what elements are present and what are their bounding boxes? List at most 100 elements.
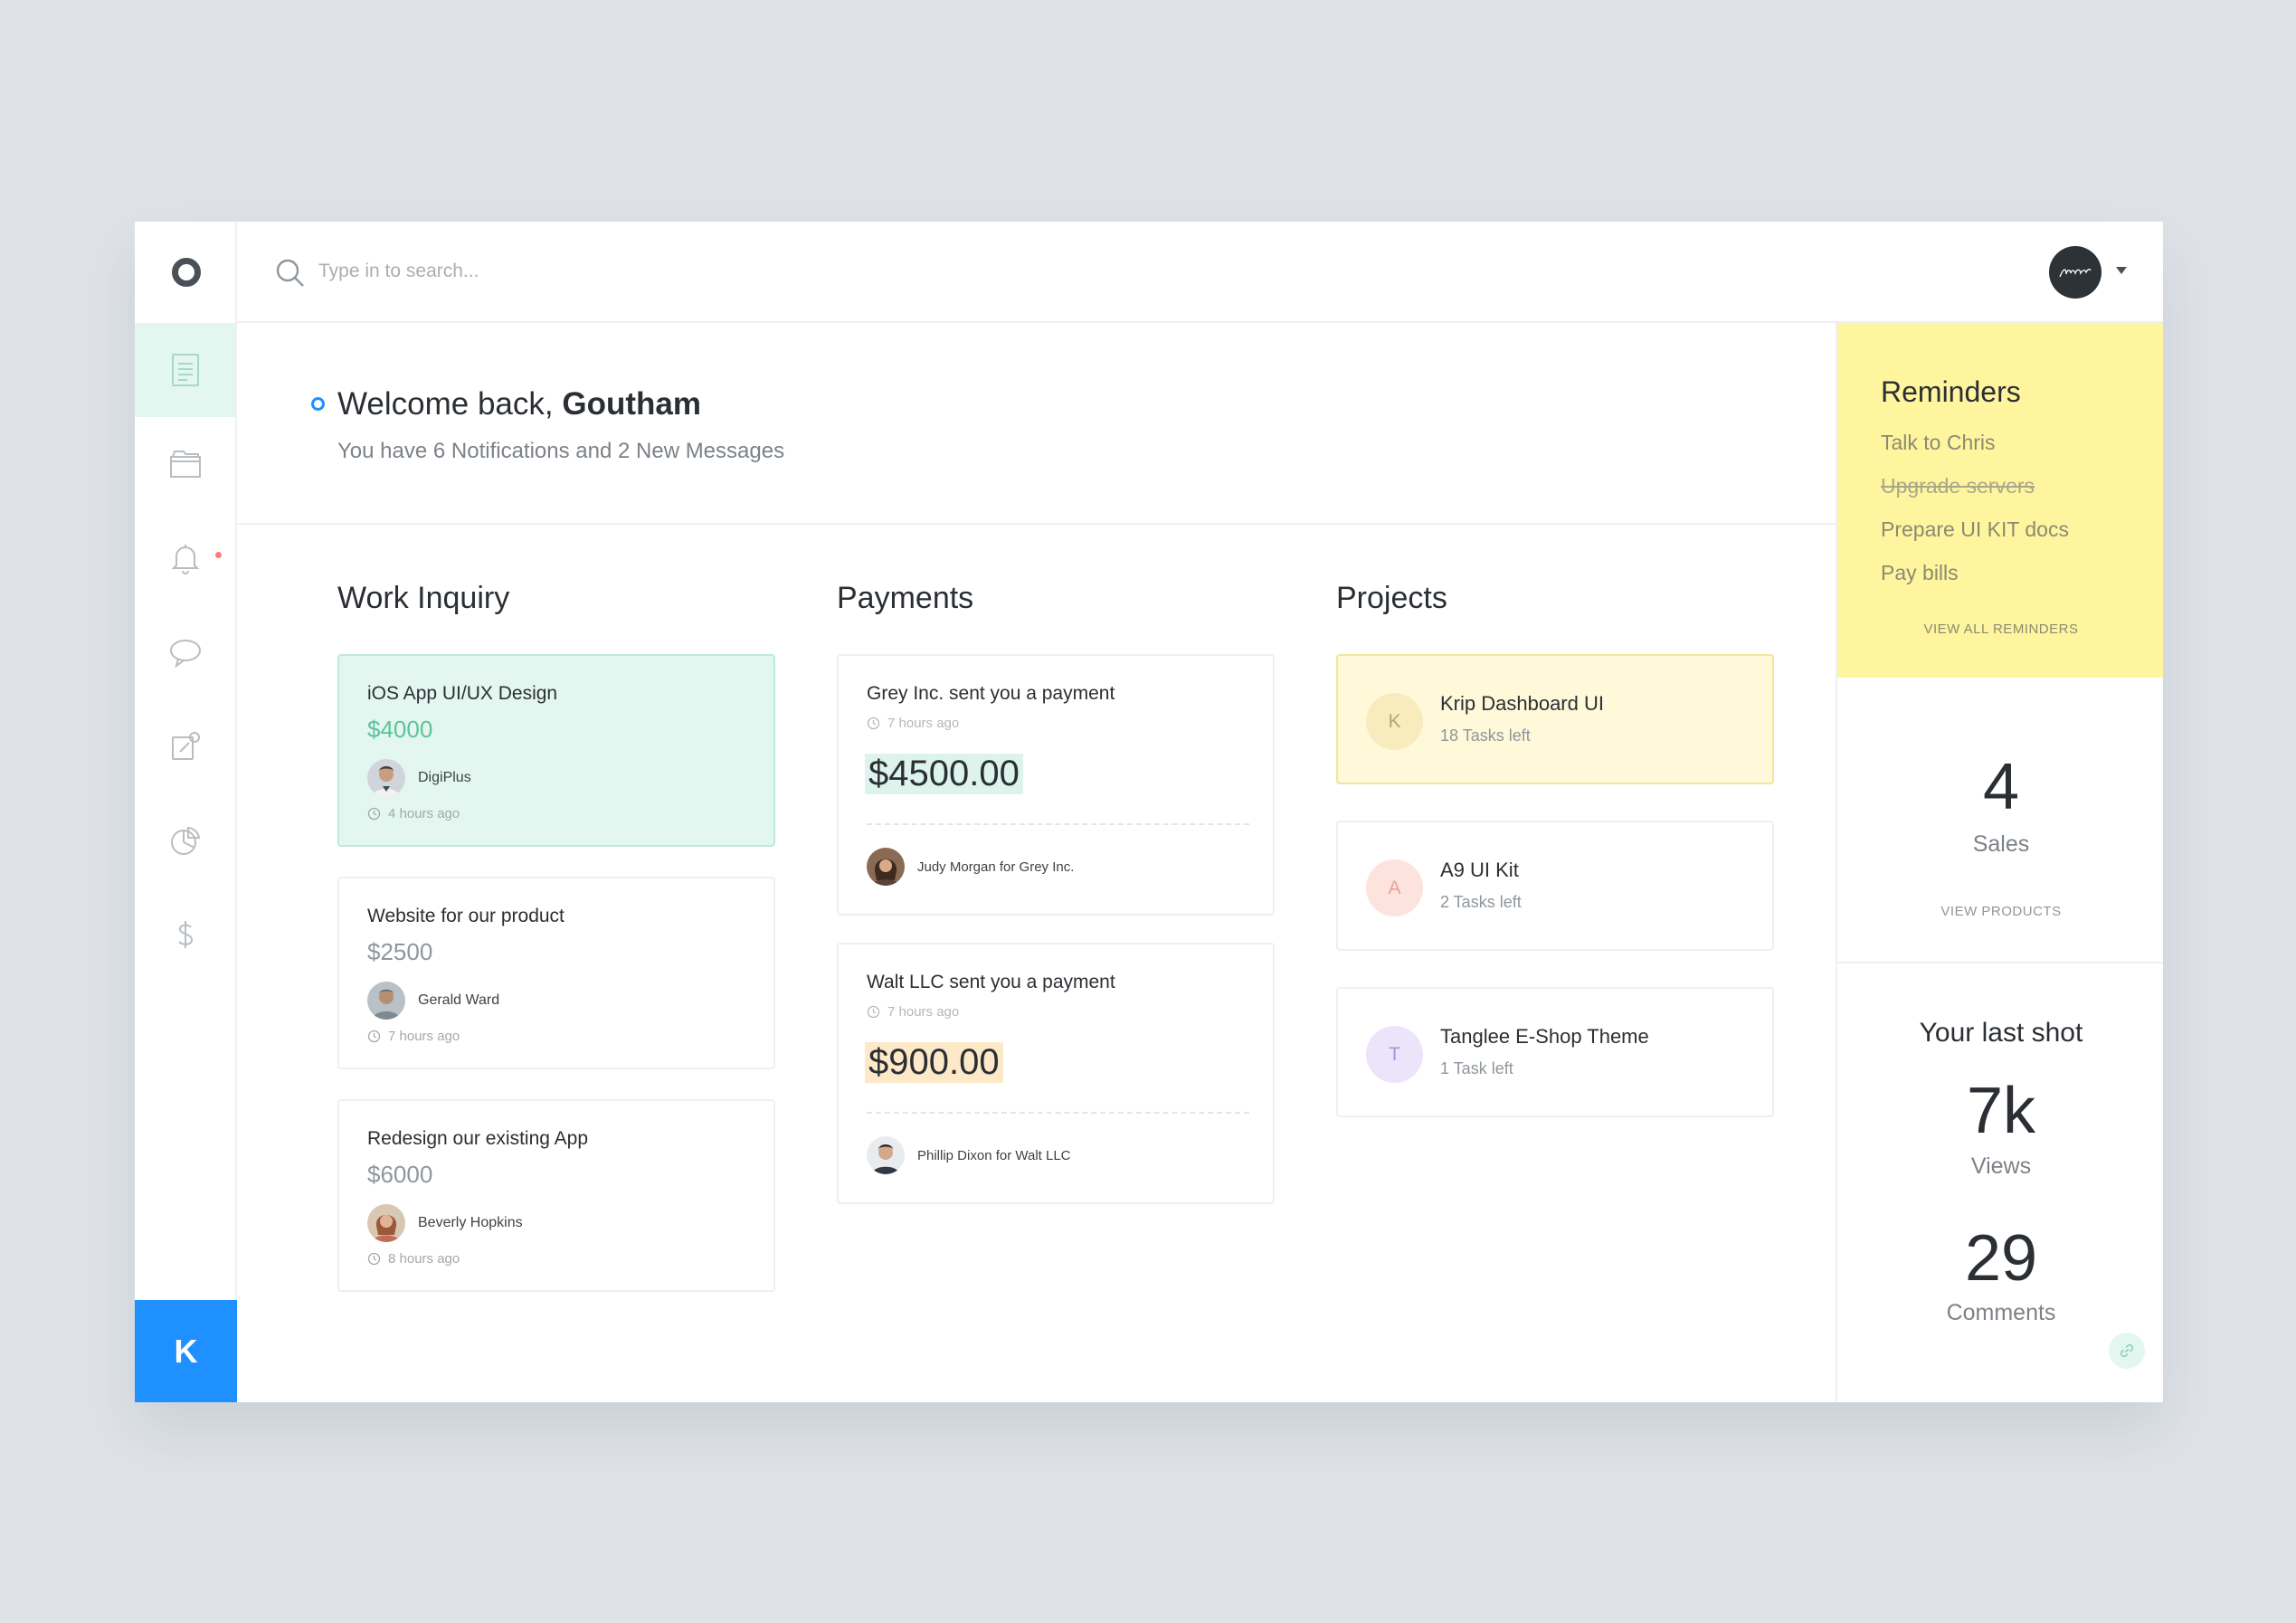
dashed-divider [867, 1112, 1249, 1114]
clock-icon [367, 1252, 381, 1266]
project-card[interactable]: A A9 UI Kit 2 Tasks left [1336, 821, 1774, 951]
last-shot-title: Your last shot [1919, 1018, 2083, 1048]
project-name: Krip Dashboard UI [1440, 692, 1604, 715]
main-content: Welcome back, Goutham You have 6 Notific… [237, 323, 1836, 1402]
link-button[interactable] [2109, 1333, 2145, 1369]
inquiry-title: Website for our product [367, 906, 565, 926]
link-icon [2120, 1343, 2134, 1358]
dashboard-window: K Welcome back, Goutham You have 6 Notif… [135, 222, 2163, 1402]
right-panel: Reminders Talk to Chris Upgrade servers … [1836, 323, 2163, 1402]
project-initial-badge: T [1366, 1026, 1423, 1083]
sidebar-item-notifications[interactable] [135, 511, 235, 605]
inquiry-amount: $2500 [367, 938, 433, 965]
inquiry-time: 8 hours ago [367, 1251, 460, 1267]
inquiry-amount: $4000 [367, 716, 433, 743]
avatar [367, 1204, 405, 1242]
clock-icon [867, 1005, 880, 1019]
time-label: 7 hours ago [887, 716, 960, 731]
project-name: A9 UI Kit [1440, 859, 1519, 881]
work-inquiry-card[interactable]: Redesign our existing App $6000 Beverly … [337, 1099, 775, 1292]
sidebar-item-dashboard[interactable] [135, 323, 235, 417]
pie-chart-icon [170, 826, 200, 855]
payment-time: 7 hours ago [867, 1004, 959, 1020]
time-label: 8 hours ago [388, 1251, 460, 1267]
document-icon [171, 354, 199, 386]
payment-amount: $900.00 [865, 1042, 1003, 1083]
reminder-item-done[interactable]: Upgrade servers [1881, 474, 2035, 498]
project-tasks: 1 Task left [1440, 1059, 1513, 1077]
comments-label: Comments [1946, 1300, 2056, 1325]
header-divider [237, 523, 1836, 525]
inquiry-amount: $6000 [367, 1161, 433, 1188]
sidebar-item-analytics[interactable] [135, 793, 235, 887]
inquiry-title: Redesign our existing App [367, 1128, 588, 1149]
signature-logo-icon [2059, 269, 2092, 278]
inquiry-client: Beverly Hopkins [367, 1204, 523, 1242]
notification-dot [215, 552, 222, 558]
sales-label: Sales [1972, 831, 2030, 857]
time-label: 7 hours ago [388, 1029, 460, 1044]
time-label: 4 hours ago [388, 806, 460, 821]
views-count: 7k [1966, 1075, 2036, 1147]
project-tasks: 18 Tasks left [1440, 726, 1531, 745]
payment-card[interactable]: Grey Inc. sent you a payment 7 hours ago… [837, 654, 1275, 916]
payment-time: 7 hours ago [867, 716, 959, 731]
sidebar-item-tasks[interactable] [135, 699, 235, 793]
clock-icon [367, 1030, 381, 1043]
work-inquiry-card[interactable]: Website for our product $2500 Gerald War… [337, 877, 775, 1069]
avatar [367, 759, 405, 797]
payment-card[interactable]: Walt LLC sent you a payment 7 hours ago … [837, 943, 1275, 1204]
payment-sender: Judy Morgan for Grey Inc. [867, 848, 1074, 886]
reminder-item[interactable]: Pay bills [1881, 561, 1959, 585]
welcome-subtitle: You have 6 Notifications and 2 New Messa… [337, 439, 785, 463]
clock-icon [367, 807, 381, 821]
profile-avatar[interactable] [2049, 246, 2102, 299]
reminder-item[interactable]: Prepare UI KIT docs [1881, 517, 2069, 542]
user-initial-badge[interactable]: K [135, 1300, 237, 1402]
sidebar-item-payments[interactable] [135, 887, 235, 982]
time-label: 7 hours ago [887, 1004, 960, 1020]
inquiry-title: iOS App UI/UX Design [367, 683, 558, 704]
sender-name: Phillip Dixon for Walt LLC [917, 1147, 1071, 1163]
top-bar [237, 222, 2163, 323]
clock-icon [867, 717, 880, 730]
edit-icon [171, 732, 200, 760]
sidebar-item-files[interactable] [135, 417, 235, 511]
client-name: Beverly Hopkins [418, 1215, 523, 1230]
sales-widget: 4 Sales VIEW PRODUCTS [1837, 678, 2163, 963]
view-all-reminders-link[interactable]: VIEW ALL REMINDERS [1837, 622, 2163, 637]
sender-name: Judy Morgan for Grey Inc. [917, 859, 1075, 875]
reminders-title: Reminders [1881, 375, 2021, 408]
payment-sender: Phillip Dixon for Walt LLC [867, 1136, 1071, 1174]
inquiry-time: 4 hours ago [367, 806, 460, 821]
view-products-link[interactable]: VIEW PRODUCTS [1837, 904, 2163, 919]
payments-title: Payments [837, 581, 974, 615]
payment-title: Grey Inc. sent you a payment [867, 683, 1115, 704]
search-input[interactable] [318, 249, 952, 294]
project-initial-badge: K [1366, 693, 1423, 750]
inquiry-time: 7 hours ago [367, 1029, 460, 1044]
sales-count: 4 [1982, 751, 2020, 823]
profile-dropdown-caret-icon[interactable] [2116, 267, 2127, 274]
work-inquiry-card[interactable]: iOS App UI/UX Design $4000 DigiPlus 4 ho… [337, 654, 775, 847]
work-inquiry-title: Work Inquiry [337, 581, 510, 615]
inquiry-client: Gerald Ward [367, 982, 499, 1020]
avatar [367, 982, 405, 1020]
sidebar-item-messages[interactable] [135, 605, 235, 699]
dollar-icon [177, 921, 193, 948]
welcome-heading: Welcome back, Goutham [337, 386, 701, 422]
welcome-greeting: Welcome back, [337, 386, 554, 422]
projects-title: Projects [1336, 581, 1447, 615]
reminders-panel: Reminders Talk to Chris Upgrade servers … [1837, 323, 2163, 678]
welcome-username: Goutham [562, 386, 701, 422]
project-card[interactable]: K Krip Dashboard UI 18 Tasks left [1336, 654, 1774, 784]
project-card[interactable]: T Tanglee E-Shop Theme 1 Task left [1336, 987, 1774, 1117]
sidebar: K [135, 222, 237, 1402]
bell-icon [171, 545, 199, 574]
client-name: Gerald Ward [418, 992, 500, 1008]
chat-bubble-icon [169, 640, 201, 669]
search-icon[interactable] [275, 258, 306, 289]
app-logo[interactable] [135, 222, 237, 323]
reminder-item[interactable]: Talk to Chris [1881, 431, 1996, 455]
comments-count: 29 [1964, 1222, 2038, 1295]
